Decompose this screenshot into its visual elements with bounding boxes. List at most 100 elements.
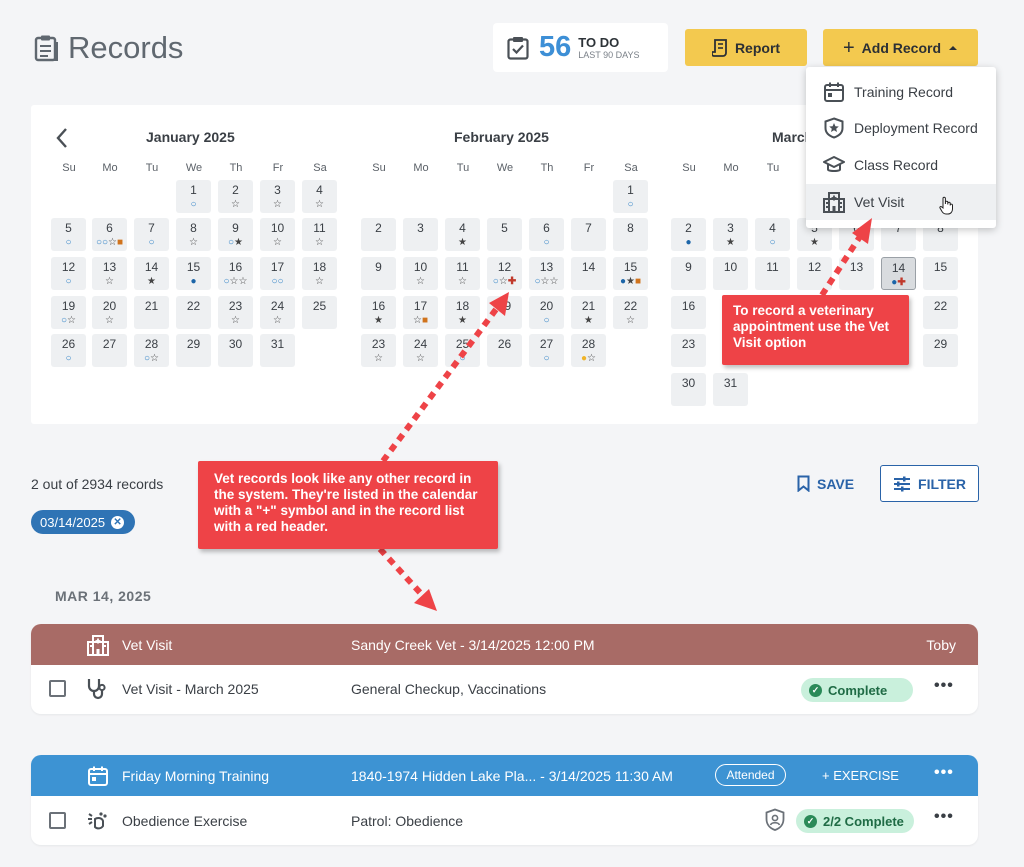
calendar-day[interactable]: 17 ○○ bbox=[260, 257, 295, 290]
close-icon[interactable]: ✕ bbox=[111, 515, 125, 529]
calendar-day[interactable]: 12 ○ bbox=[51, 257, 86, 290]
calendar-day[interactable]: 15 ● bbox=[176, 257, 211, 290]
calendar-day[interactable]: 15 bbox=[923, 257, 958, 290]
calendar-day[interactable]: 25 ○ bbox=[445, 334, 480, 367]
calendar-day[interactable]: 26 bbox=[487, 334, 522, 367]
row-checkbox[interactable] bbox=[49, 680, 66, 697]
report-button[interactable]: Report bbox=[685, 29, 807, 66]
row-checkbox[interactable] bbox=[49, 812, 66, 829]
calendar-day[interactable]: 11 ☆ bbox=[445, 257, 480, 290]
more-options-icon[interactable]: ••• bbox=[934, 808, 954, 826]
calendar-day[interactable]: 12 bbox=[797, 257, 832, 290]
calendar-day[interactable]: 20 ☆ bbox=[92, 296, 127, 329]
calendar-day[interactable]: 10 ☆ bbox=[403, 257, 438, 290]
calendar-day[interactable]: 3 ★ bbox=[713, 218, 748, 251]
calendar-day[interactable]: 12 ○☆✚ bbox=[487, 257, 522, 290]
filter-button[interactable]: FILTER bbox=[880, 465, 979, 502]
calendar-day[interactable]: 25 bbox=[302, 296, 337, 329]
calendar-day[interactable]: 18 ☆ bbox=[302, 257, 337, 290]
calendar-day[interactable]: 16 ★ bbox=[361, 296, 396, 329]
calendar-day[interactable]: 29 bbox=[176, 334, 211, 367]
calendar-day[interactable]: 9 bbox=[671, 257, 706, 290]
table-row[interactable]: Vet Visit - March 2025 General Checkup, … bbox=[31, 665, 978, 714]
calendar-day[interactable]: 15 ●★■ bbox=[613, 257, 648, 290]
calendar-day[interactable]: 14 ●✚ bbox=[881, 257, 916, 290]
calendar-day[interactable]: 4 ★ bbox=[445, 218, 480, 251]
calendar-day[interactable]: 22 bbox=[923, 296, 958, 329]
menu-item-deployment-record[interactable]: Deployment Record bbox=[806, 110, 996, 146]
date-filter-chip[interactable]: 03/14/2025 ✕ bbox=[31, 510, 135, 534]
calendar-day[interactable]: 28 ○☆ bbox=[134, 334, 169, 367]
calendar-day[interactable]: 11 bbox=[755, 257, 790, 290]
calendar-day[interactable]: 14 ★ bbox=[134, 257, 169, 290]
menu-item-class-record[interactable]: Class Record bbox=[806, 147, 996, 183]
calendar-day[interactable]: 4 ○ bbox=[755, 218, 790, 251]
calendar-day[interactable]: 19 ○☆ bbox=[51, 296, 86, 329]
calendar-day[interactable]: 16 bbox=[671, 296, 706, 329]
card-header[interactable]: Friday Morning Training 1840-1974 Hidden… bbox=[31, 755, 978, 796]
calendar-day[interactable]: 6 ○ bbox=[529, 218, 564, 251]
calendar-day[interactable]: 10 ☆ bbox=[260, 218, 295, 251]
calendar-day[interactable]: 7 bbox=[571, 218, 606, 251]
calendar-day[interactable]: 13 bbox=[839, 257, 874, 290]
more-options-icon[interactable]: ••• bbox=[934, 677, 954, 695]
add-exercise-button[interactable]: + EXERCISE bbox=[822, 768, 899, 783]
dog-training-icon bbox=[86, 808, 110, 832]
calendar-day[interactable]: 19 bbox=[487, 296, 522, 329]
calendar-day[interactable]: 27 ○ bbox=[529, 334, 564, 367]
add-record-button[interactable]: + Add Record bbox=[823, 29, 978, 66]
calendar-day[interactable]: 31 bbox=[713, 373, 748, 406]
calendar-day[interactable]: 30 bbox=[218, 334, 253, 367]
calendar-day[interactable]: 22 bbox=[176, 296, 211, 329]
todo-widget[interactable]: 56 TO DO LAST 90 DAYS bbox=[493, 23, 668, 72]
calendar-day[interactable]: 4 ☆ bbox=[302, 180, 337, 213]
calendar-day[interactable]: 16 ○☆☆ bbox=[218, 257, 253, 290]
calendar-day[interactable]: 18 ★ bbox=[445, 296, 480, 329]
calendar-day[interactable]: 10 bbox=[713, 257, 748, 290]
calendar-day[interactable]: 13 ☆ bbox=[92, 257, 127, 290]
day-record-markers: ○ bbox=[65, 353, 72, 364]
day-record-markers: ○☆☆ bbox=[223, 276, 248, 287]
calendar-day[interactable]: 5 bbox=[487, 218, 522, 251]
calendar-day[interactable]: 8 ☆ bbox=[176, 218, 211, 251]
save-button[interactable]: SAVE bbox=[797, 475, 854, 492]
calendar-day[interactable]: 2 ● bbox=[671, 218, 706, 251]
calendar-day[interactable]: 23 bbox=[671, 334, 706, 367]
calendar-day[interactable]: 17 ☆■ bbox=[403, 296, 438, 329]
calendar-day[interactable]: 23 ☆ bbox=[361, 334, 396, 367]
calendar-day[interactable]: 27 bbox=[92, 334, 127, 367]
calendar-day[interactable]: 20 ○ bbox=[529, 296, 564, 329]
calendar-day[interactable]: 28 ●☆ bbox=[571, 334, 606, 367]
calendar-day[interactable]: 3 bbox=[403, 218, 438, 251]
calendar-day[interactable]: 24 ☆ bbox=[403, 334, 438, 367]
calendar-day[interactable]: 23 ☆ bbox=[218, 296, 253, 329]
calendar-day[interactable]: 5 ○ bbox=[51, 218, 86, 251]
calendar-day[interactable]: 1 ○ bbox=[613, 180, 648, 213]
calendar-day[interactable]: 31 bbox=[260, 334, 295, 367]
calendar-day[interactable]: 30 bbox=[671, 373, 706, 406]
table-row[interactable]: Obedience Exercise Patrol: Obedience ✓ 2/… bbox=[31, 796, 978, 845]
calendar-day[interactable]: 24 ☆ bbox=[260, 296, 295, 329]
calendar-day[interactable]: 9 ○★ bbox=[218, 218, 253, 251]
calendar-day[interactable]: 8 bbox=[613, 218, 648, 251]
calendar-day[interactable]: 21 ★ bbox=[571, 296, 606, 329]
calendar-day[interactable]: 6 ○○☆■ bbox=[92, 218, 127, 251]
calendar-day[interactable]: 11 ☆ bbox=[302, 218, 337, 251]
menu-item-vet-visit[interactable]: Vet Visit bbox=[806, 184, 996, 220]
calendar-day[interactable]: 14 bbox=[571, 257, 606, 290]
calendar-day[interactable]: 3 ☆ bbox=[260, 180, 295, 213]
calendar-day[interactable]: 29 bbox=[923, 334, 958, 367]
calendar-day[interactable]: 2 bbox=[361, 218, 396, 251]
more-options-icon[interactable]: ••• bbox=[934, 764, 954, 782]
calendar-day[interactable]: 26 ○ bbox=[51, 334, 86, 367]
calendar-day[interactable]: 1 ○ bbox=[176, 180, 211, 213]
calendar-day[interactable]: 2 ☆ bbox=[218, 180, 253, 213]
menu-item-training-record[interactable]: Training Record bbox=[806, 74, 996, 110]
card-header[interactable]: Vet Visit Sandy Creek Vet - 3/14/2025 12… bbox=[31, 624, 978, 665]
calendar-day[interactable]: 7 ○ bbox=[134, 218, 169, 251]
calendar-day[interactable]: 21 bbox=[134, 296, 169, 329]
calendar-day[interactable]: 22 ☆ bbox=[613, 296, 648, 329]
calendar-day[interactable]: 13 ○☆☆ bbox=[529, 257, 564, 290]
calendar-day[interactable]: 9 bbox=[361, 257, 396, 290]
prev-month-icon[interactable] bbox=[55, 127, 69, 149]
